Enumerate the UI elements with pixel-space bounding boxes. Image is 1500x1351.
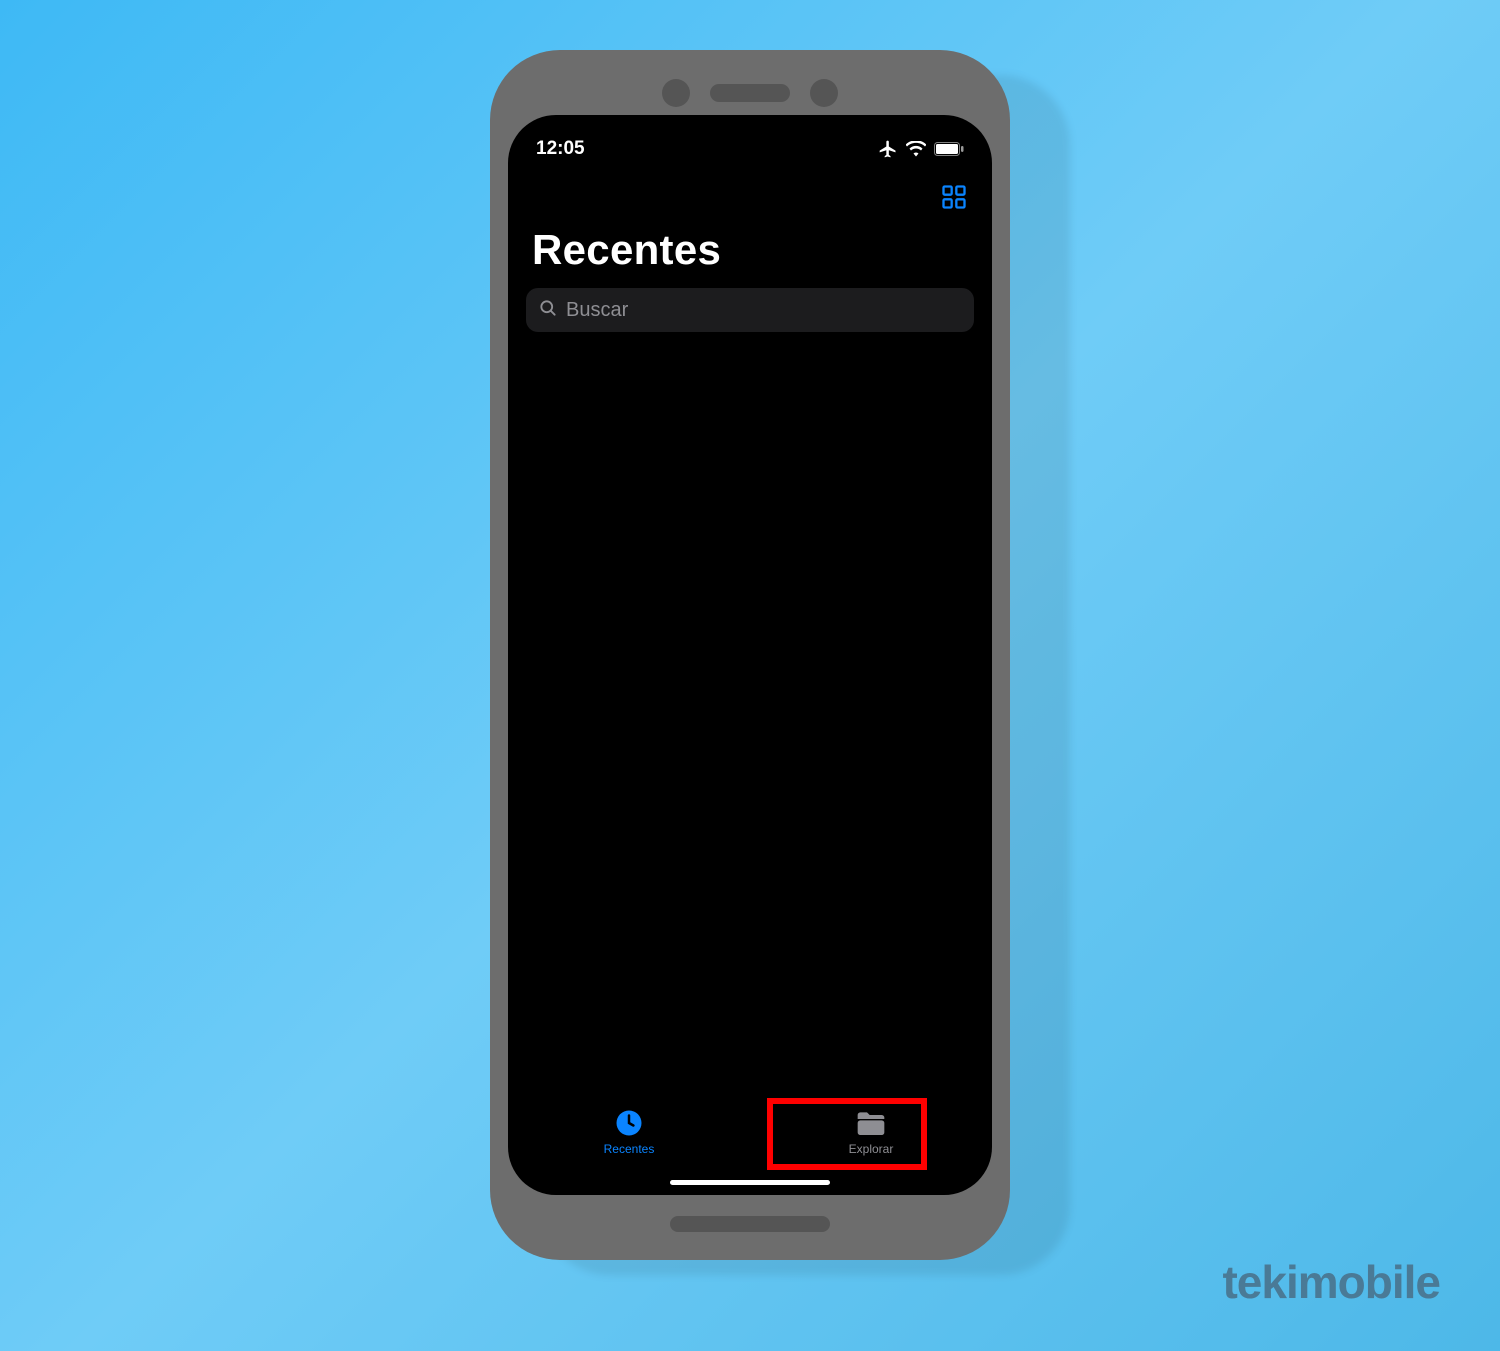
status-time: 12:05 <box>536 138 585 160</box>
search-field[interactable] <box>526 288 974 332</box>
grid-view-icon[interactable] <box>940 183 968 216</box>
phone-bottom-speaker-icon <box>670 1216 830 1232</box>
tab-recents-label: Recentes <box>604 1142 655 1156</box>
status-bar: 12:05 <box>508 115 992 165</box>
phone-screen: 12:05 <box>508 115 992 1195</box>
phone-speaker-icon <box>710 84 790 102</box>
tab-recents[interactable]: Recentes <box>559 1108 699 1156</box>
search-icon <box>538 298 558 323</box>
status-icons <box>878 139 964 159</box>
tab-browse-label: Explorar <box>849 1142 894 1156</box>
search-container <box>508 288 992 332</box>
airplane-mode-icon <box>878 139 898 159</box>
wifi-icon <box>906 141 926 157</box>
home-indicator[interactable] <box>670 1180 830 1185</box>
nav-row <box>508 165 992 216</box>
phone-camera-icon <box>662 79 690 107</box>
watermark: tekimobile <box>1222 1255 1440 1309</box>
phone-notch <box>490 78 1010 108</box>
page-title: Recentes <box>508 216 992 288</box>
folder-icon <box>855 1108 887 1138</box>
tab-browse[interactable]: Explorar <box>801 1108 941 1156</box>
phone-sensor-icon <box>810 79 838 107</box>
search-input[interactable] <box>566 299 962 322</box>
clock-icon <box>614 1108 644 1138</box>
battery-icon <box>934 142 964 156</box>
phone-frame: 12:05 <box>490 50 1010 1260</box>
